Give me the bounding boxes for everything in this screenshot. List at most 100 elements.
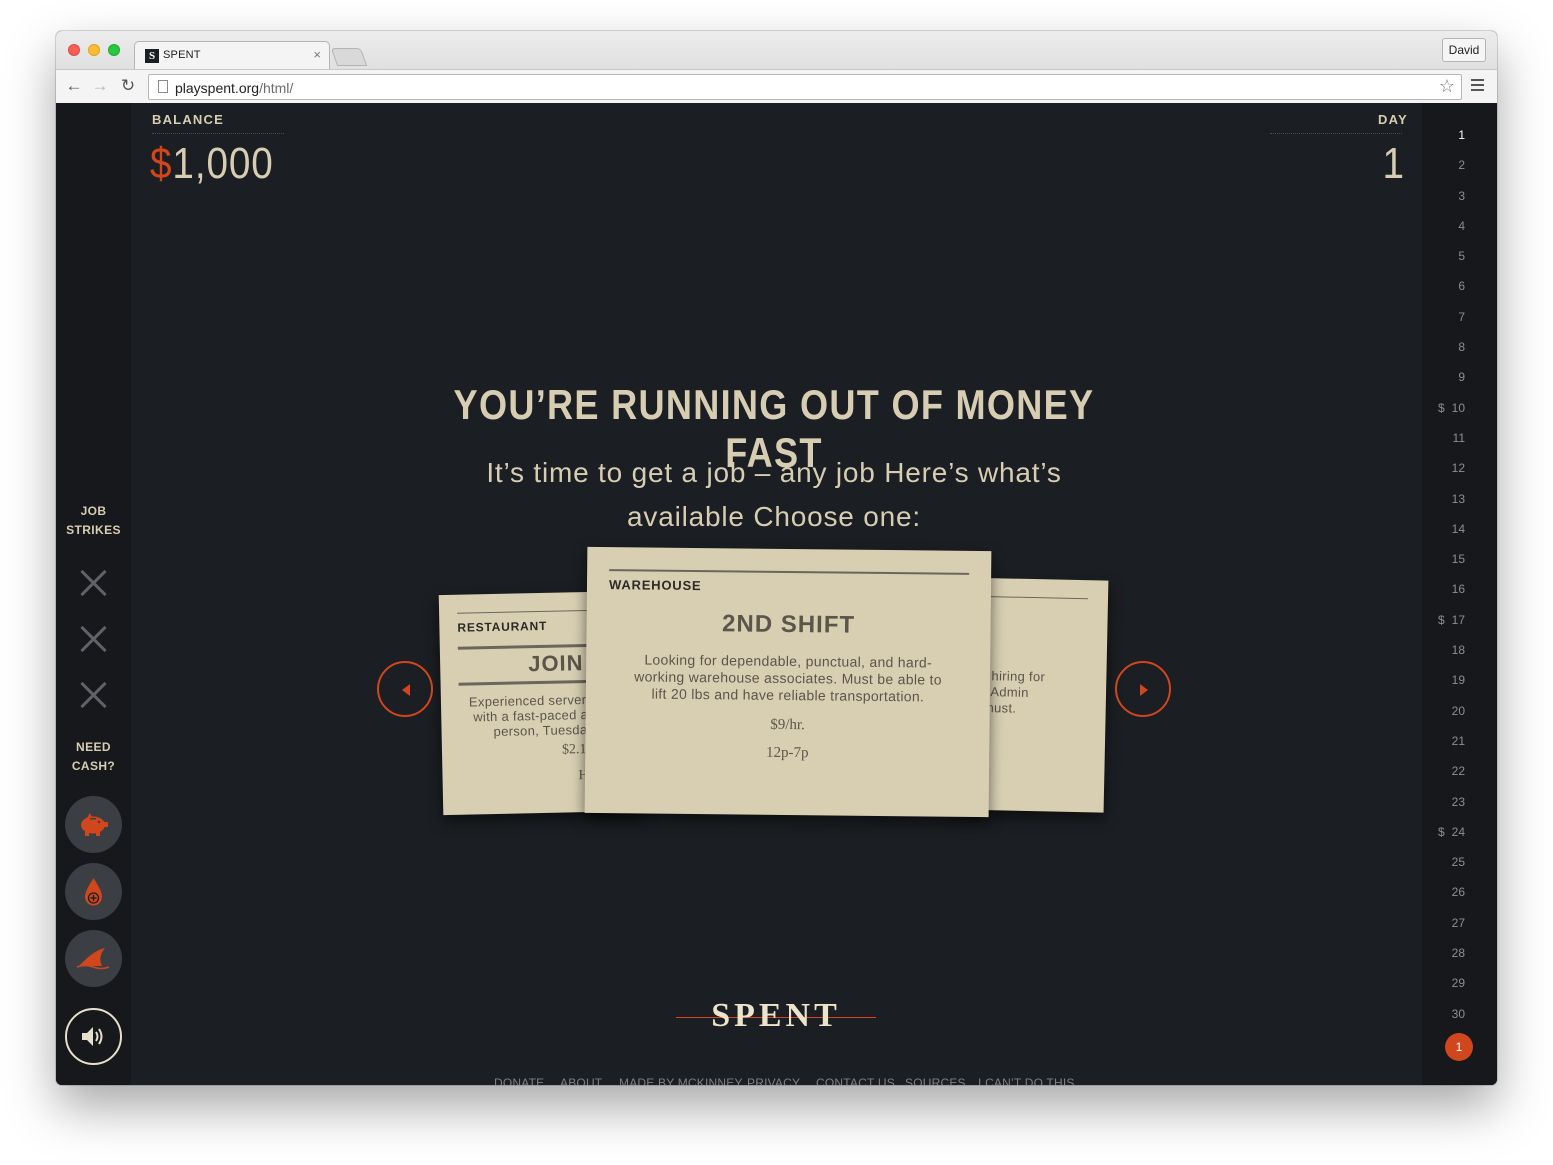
day-number: 12: [1451, 461, 1465, 476]
url-path: /html/: [259, 80, 294, 96]
close-window-button[interactable]: [68, 44, 80, 56]
day-item: 30: [1422, 999, 1497, 1029]
day-item: 1: [1422, 120, 1497, 150]
piggy-bank-icon: [81, 813, 108, 836]
forward-arrow-icon[interactable]: →: [88, 74, 112, 98]
balance-amount: 1,000: [172, 139, 274, 188]
day-number: 7: [1458, 309, 1465, 324]
day-number: 20: [1451, 703, 1465, 718]
footer-link-sources[interactable]: SOURCES: [905, 1076, 966, 1085]
job-card-warehouse[interactable]: WAREHOUSE 2ND SHIFT Looking for dependab…: [584, 546, 992, 818]
day-item: 8: [1422, 332, 1497, 362]
previous-card-button[interactable]: [377, 661, 433, 717]
bookmark-star-icon[interactable]: ☆: [1439, 76, 1455, 97]
url-text: playspent.org/html/: [175, 80, 293, 96]
tab-close-icon[interactable]: ×: [313, 47, 321, 62]
day-item: 22: [1422, 756, 1497, 786]
day-item: 11: [1422, 423, 1497, 453]
card-description: Looking for dependable, punctual, and ha…: [586, 651, 991, 706]
new-tab-button[interactable]: [330, 48, 368, 66]
profile-button[interactable]: David: [1442, 38, 1486, 62]
day-item: 21: [1422, 726, 1497, 756]
day-number: 15: [1451, 552, 1465, 567]
card-category: WAREHOUSE: [608, 577, 702, 594]
tab-title: SPENT: [163, 49, 201, 61]
strike-x-icon: [79, 625, 107, 653]
piggy-bank-button[interactable]: [65, 796, 122, 853]
loan-shark-button[interactable]: [65, 930, 122, 987]
day-item: 20: [1422, 696, 1497, 726]
footer-link-contact-us[interactable]: CONTACT US: [816, 1076, 895, 1085]
caret-right-icon: [1140, 684, 1148, 696]
browser-window: S SPENT × David ← → ↻ playspent.org/html…: [56, 31, 1497, 1085]
day-number: 8: [1458, 340, 1465, 355]
day-item: 19: [1422, 665, 1497, 695]
sound-toggle-button[interactable]: [65, 1008, 122, 1065]
day-number: 17: [1451, 612, 1465, 627]
day-number: 11: [1452, 430, 1465, 445]
subtitle-line2: available Choose one:: [627, 501, 921, 532]
browser-tab[interactable]: S SPENT ×: [134, 41, 330, 69]
strike-x-icon: [79, 681, 107, 709]
need-cash-label: NEED CASH?: [56, 738, 131, 776]
reload-icon[interactable]: ↻: [116, 74, 140, 98]
spent-favicon-icon: S: [145, 49, 159, 63]
day-item: $24: [1422, 817, 1497, 847]
spent-logo[interactable]: SPENT: [676, 997, 876, 1035]
card-title: 2ND SHIFT: [721, 610, 856, 639]
day-item: 6: [1422, 271, 1497, 301]
day-item: 14: [1422, 514, 1497, 544]
footer-link-i-cant-do-this[interactable]: I CAN’T DO THIS: [978, 1076, 1075, 1085]
hamburger-menu-icon[interactable]: [1471, 76, 1487, 96]
balance-label: BALANCE: [152, 112, 224, 127]
need-cash-line2: CASH?: [71, 759, 116, 773]
left-rail: JOB STRIKES NEED CASH?: [56, 103, 131, 1085]
page-subtitle: It’s time to get a job – any job Here’s …: [474, 451, 1074, 539]
footer-link-donate[interactable]: DONATE: [494, 1076, 544, 1085]
minimize-window-button[interactable]: [88, 44, 100, 56]
day-number: 18: [1451, 643, 1465, 658]
day-item: $17: [1422, 605, 1497, 635]
notification-badge[interactable]: 1: [1445, 1033, 1473, 1061]
day-item: 15: [1422, 544, 1497, 574]
day-list: 1 2 3 4 5 6 7 8 9 $10 11 12 13 14 15 16 $17 18 19 20 21 22 23 $…: [1422, 120, 1497, 1029]
day-number: 25: [1451, 855, 1465, 870]
footer-link-privacy[interactable]: PRIVACY: [747, 1076, 800, 1085]
day-number: 21: [1451, 733, 1465, 748]
address-bar[interactable]: playspent.org/html/ ☆: [148, 74, 1462, 100]
browser-chrome: S SPENT × David ← → ↻ playspent.org/html…: [56, 31, 1497, 103]
day-number: 4: [1458, 218, 1465, 233]
card-category: RESTAURANT: [457, 618, 548, 635]
day-item: 12: [1422, 453, 1497, 483]
day-divider: [1270, 133, 1402, 134]
day-label: DAY: [1378, 112, 1408, 127]
maximize-window-button[interactable]: [108, 44, 120, 56]
next-card-button[interactable]: [1115, 661, 1171, 717]
subtitle-line1: It’s time to get a job – any job Here’s …: [486, 457, 1062, 488]
balance-value: $1,000: [150, 139, 274, 189]
day-number: 30: [1451, 1006, 1465, 1021]
payday-marker: $: [1438, 824, 1445, 839]
page-icon: [158, 80, 168, 93]
day-number: 16: [1451, 582, 1465, 597]
blood-donation-button[interactable]: [65, 863, 122, 920]
day-number: 1: [1458, 128, 1465, 142]
back-arrow-icon[interactable]: ←: [62, 74, 86, 98]
game-page: JOB STRIKES NEED CASH? 1 2 3 4 5 6 7 8 9…: [56, 103, 1497, 1085]
day-number: 22: [1451, 764, 1465, 779]
day-item: 28: [1422, 938, 1497, 968]
day-number: 9: [1458, 370, 1465, 385]
day-item: 3: [1422, 181, 1497, 211]
day-item: 13: [1422, 484, 1497, 514]
day-item: 5: [1422, 241, 1497, 271]
day-item: 16: [1422, 574, 1497, 604]
day-number: 24: [1451, 824, 1465, 839]
footer-link-about[interactable]: ABOUT: [560, 1076, 602, 1085]
strike-x-icon: [79, 569, 107, 597]
shark-fin-icon: [76, 948, 110, 970]
footer-nav: DONATE ABOUT MADE BY MCKINNEY PRIVACY CO…: [494, 1076, 1074, 1085]
balance-divider: [152, 133, 284, 134]
day-item: $10: [1422, 393, 1497, 423]
footer-link-made-by-mckinney[interactable]: MADE BY MCKINNEY: [619, 1076, 743, 1085]
payday-marker: $: [1438, 400, 1445, 415]
